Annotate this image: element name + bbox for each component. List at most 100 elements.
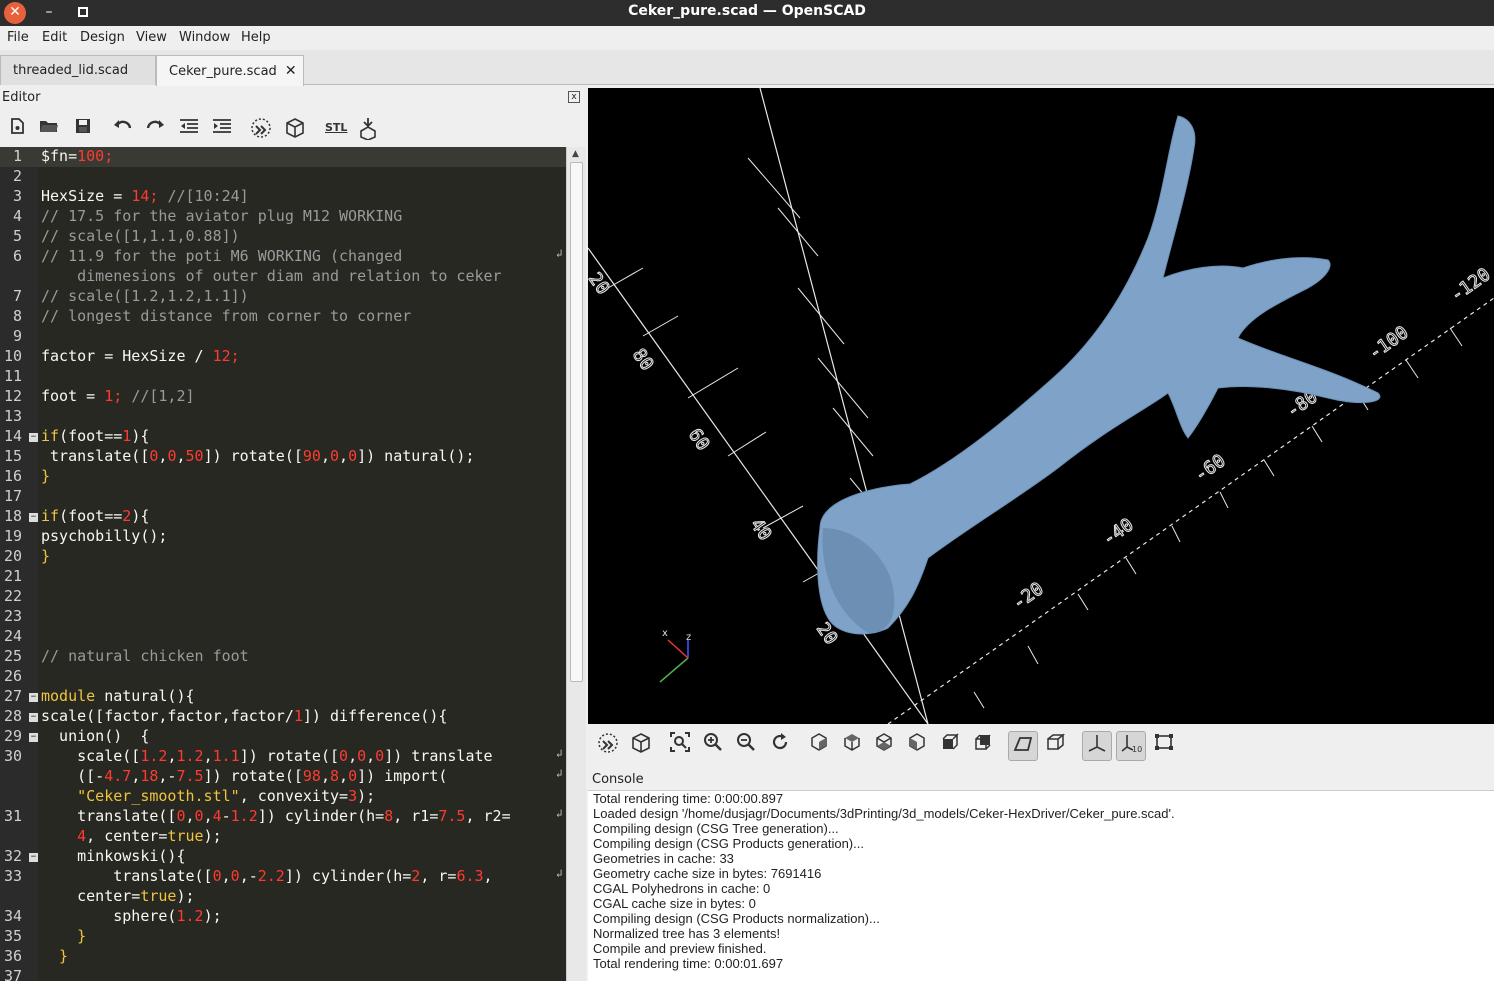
menu-edit[interactable]: Edit <box>42 30 67 45</box>
code-line[interactable]: 11 <box>0 367 566 387</box>
render-icon[interactable] <box>282 116 308 140</box>
fold-toggle-icon[interactable]: − <box>29 693 38 702</box>
menu-design[interactable]: Design <box>80 30 125 45</box>
tab-threaded-lid[interactable]: threaded_lid.scad <box>0 55 156 85</box>
code-line[interactable]: 5 // scale([1,1.1,0.88]) <box>0 227 566 247</box>
orthogonal-icon[interactable] <box>1041 731 1071 761</box>
code-line[interactable]: 6 // 11.9 for the poti M6 WORKING (change… <box>0 247 566 267</box>
code-line[interactable]: 19 psychobilly(); <box>0 527 566 547</box>
view-top-icon[interactable] <box>837 731 867 761</box>
render-icon[interactable] <box>626 731 656 761</box>
view-bottom-icon[interactable] <box>869 731 899 761</box>
code-line[interactable]: 33 translate([0,0,-2.2]) cylinder(h=2, r… <box>0 867 566 887</box>
menu-window[interactable]: Window <box>179 30 230 45</box>
code-line[interactable]: 27− module natural(){ <box>0 687 566 707</box>
line-number: 25 <box>3 647 22 665</box>
menu-help[interactable]: Help <box>241 30 271 45</box>
perspective-icon[interactable] <box>1008 731 1038 761</box>
code-token: , <box>203 747 213 765</box>
fold-toggle-icon[interactable]: − <box>29 713 38 722</box>
console-output[interactable]: Total rendering time: 0:00:00.897 Loaded… <box>588 790 1494 981</box>
export-stl-icon[interactable]: STL <box>322 116 348 140</box>
code-line[interactable]: 31 translate([0,0,4-1.2]) cylinder(h=8, … <box>0 807 566 827</box>
code-line[interactable]: 8 // longest distance from corner to corn… <box>0 307 566 327</box>
code-line[interactable]: 20} <box>0 547 566 567</box>
code-line[interactable]: 24 <box>0 627 566 647</box>
code-line[interactable]: 23 <box>0 607 566 627</box>
code-line[interactable]: 13 <box>0 407 566 427</box>
scroll-up-arrow-icon[interactable]: ▲ <box>572 149 579 159</box>
menu-file[interactable]: File <box>7 30 29 45</box>
fold-toggle-icon[interactable]: − <box>29 433 38 442</box>
code-line[interactable]: 4, center=true); <box>0 827 566 847</box>
zoom-out-icon[interactable] <box>731 731 761 761</box>
code-line[interactable]: 21 <box>0 567 566 587</box>
code-line[interactable]: "Ceker_smooth.stl", convexity=3); <box>0 787 566 807</box>
zoom-in-icon[interactable] <box>698 731 728 761</box>
editor-vertical-scrollbar[interactable]: ▲ <box>566 147 586 981</box>
undo-icon[interactable] <box>110 116 136 140</box>
code-token: 1.2 <box>176 907 204 925</box>
code-line[interactable]: 12 foot = 1; //[1,2] <box>0 387 566 407</box>
code-token: , <box>221 867 231 885</box>
console-line: Total rendering time: 0:00:00.897 <box>593 791 784 806</box>
view-all-icon[interactable] <box>665 731 695 761</box>
code-line[interactable]: ([-4.7,18,-7.5]) rotate([98,8,0]) import… <box>0 767 566 787</box>
code-line[interactable]: 10 factor = HexSize / 12; <box>0 347 566 367</box>
code-line[interactable]: 2 <box>0 167 566 187</box>
code-line[interactable]: 14− if(foot==1){ <box>0 427 566 447</box>
open-file-icon[interactable] <box>36 116 62 140</box>
show-axes-icon[interactable] <box>1082 731 1112 761</box>
fold-toggle-icon[interactable]: − <box>29 513 38 522</box>
code-line[interactable]: 29− union() { <box>0 727 566 747</box>
code-line[interactable]: 30 scale([1.2,1.2,1.1]) rotate([0,0,0]) … <box>0 747 566 767</box>
preview-icon[interactable] <box>248 116 274 140</box>
code-editor[interactable]: 1 $fn=100; 2 3 HexSize = 14; //[10:24] 4// 17… <box>0 147 566 981</box>
code-line[interactable]: 35 } <box>0 927 566 947</box>
code-line[interactable]: 28− scale([factor,factor,factor/1]) diffe… <box>0 707 566 727</box>
line-number: 23 <box>3 607 22 625</box>
code-line[interactable]: 36 } <box>0 947 566 967</box>
send-to-print-icon[interactable] <box>355 116 381 141</box>
code-line[interactable]: 22 <box>0 587 566 607</box>
code-line[interactable]: 7 // scale([1.2,1.2,1.1]) <box>0 287 566 307</box>
view-right-icon[interactable] <box>804 731 834 761</box>
indent-icon[interactable] <box>209 116 235 140</box>
code-line[interactable]: 4 // 17.5 for the aviator plug M12 WORKIN… <box>0 207 566 227</box>
show-scale-markers-icon[interactable]: 10 <box>1116 731 1146 761</box>
show-edges-icon[interactable] <box>1149 731 1179 761</box>
code-line[interactable]: dimenesions of outer diam and relation t… <box>0 267 566 287</box>
view-front-icon[interactable] <box>935 731 965 761</box>
tab-ceker-pure[interactable]: Ceker_pure.scad ✕ <box>156 55 304 86</box>
code-token: 4 <box>212 807 222 825</box>
code-line[interactable]: 15 translate([0,0,50]) rotate([90,0,0]) … <box>0 447 566 467</box>
redo-icon[interactable] <box>142 116 168 140</box>
code-token: psychobilly(); <box>41 527 168 545</box>
reset-view-icon[interactable] <box>765 731 795 761</box>
code-line[interactable]: 25 // natural chicken foot <box>0 647 566 667</box>
code-line[interactable]: 17 <box>0 487 566 507</box>
scrollbar-thumb[interactable] <box>570 162 583 682</box>
tab-close-icon[interactable]: ✕ <box>285 63 297 79</box>
code-line[interactable]: 16} <box>0 467 566 487</box>
code-line[interactable]: center=true); <box>0 887 566 907</box>
save-icon[interactable] <box>70 116 96 140</box>
code-line[interactable]: 26 <box>0 667 566 687</box>
code-line[interactable]: 9 <box>0 327 566 347</box>
3d-viewport[interactable]: -20 -40 -60 -80 -100 -120 20 40 60 80 20… <box>588 88 1494 724</box>
code-line[interactable]: 32− minkowski(){ <box>0 847 566 867</box>
code-line[interactable]: 3 HexSize = 14; //[10:24] <box>0 187 566 207</box>
menu-view[interactable]: View <box>136 30 167 45</box>
preview-icon[interactable] <box>593 731 623 761</box>
view-back-icon[interactable] <box>968 731 998 761</box>
code-line[interactable]: 1 $fn=100; <box>0 147 566 167</box>
new-file-icon[interactable] <box>4 116 30 140</box>
code-line[interactable]: 34 sphere(1.2); <box>0 907 566 927</box>
view-left-icon[interactable] <box>902 731 932 761</box>
editor-dock-close-icon[interactable]: x <box>568 91 580 103</box>
fold-toggle-icon[interactable]: − <box>29 853 38 862</box>
code-line[interactable]: 18− if(foot==2){ <box>0 507 566 527</box>
code-line[interactable]: 37 <box>0 967 566 981</box>
fold-toggle-icon[interactable]: − <box>29 733 38 742</box>
unindent-icon[interactable] <box>176 116 202 140</box>
